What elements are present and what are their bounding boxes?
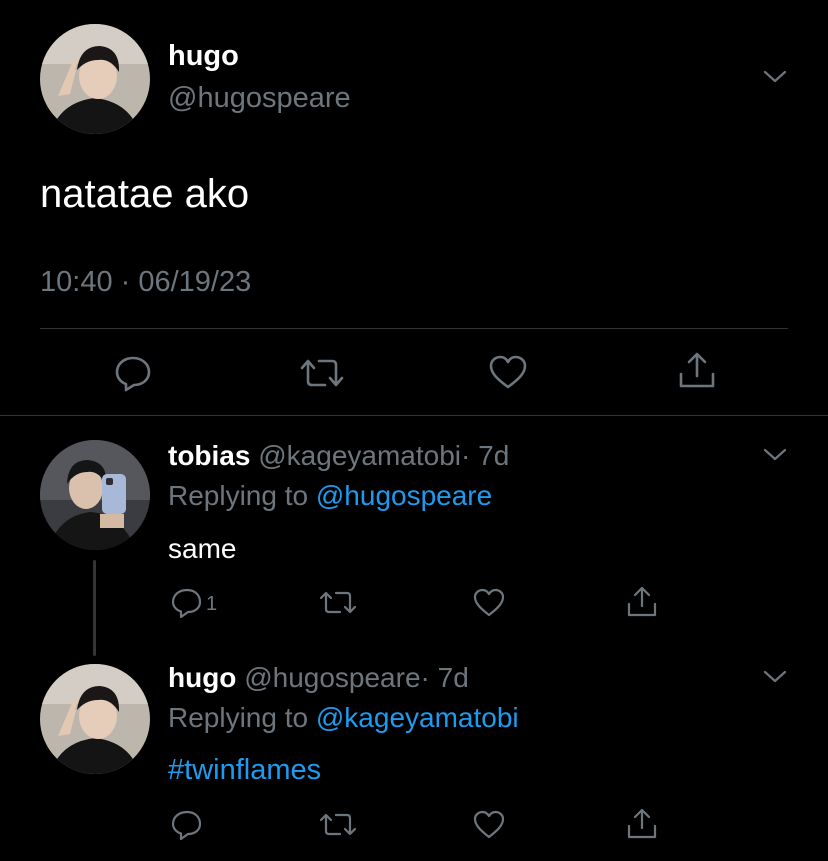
chevron-down-icon	[763, 448, 787, 461]
share-button[interactable]	[624, 806, 660, 842]
chevron-down-icon	[763, 70, 787, 83]
handle[interactable]: @hugospeare	[168, 82, 351, 115]
replying-to: Replying to @hugospeare	[168, 480, 492, 512]
profile-photo-icon	[40, 24, 150, 134]
more-options-button[interactable]	[762, 668, 788, 686]
section-divider	[0, 415, 828, 416]
reply-text: same	[168, 533, 237, 564]
profile-photo-icon	[40, 664, 150, 774]
like-button[interactable]	[471, 808, 507, 840]
retweet-button[interactable]	[298, 354, 346, 392]
retweet-icon	[319, 591, 357, 614]
more-options-button[interactable]	[762, 446, 788, 464]
heart-icon	[473, 588, 505, 617]
share-button[interactable]	[676, 350, 718, 392]
reply-icon	[115, 356, 151, 392]
reply-button[interactable]	[112, 352, 154, 392]
reply-count: 1	[206, 593, 218, 615]
mention-link[interactable]: @hugospeare	[316, 480, 492, 511]
reply-header: tobias @kageyamatobi· 7d	[168, 440, 509, 472]
reply-time[interactable]: · 7d	[421, 662, 469, 693]
retweet-icon	[319, 813, 357, 836]
replying-prefix: Replying to	[168, 480, 309, 511]
handle[interactable]: @hugospeare	[244, 662, 420, 693]
profile-photo-icon	[40, 440, 150, 550]
reply-icon	[171, 810, 202, 840]
replying-prefix: Replying to	[168, 702, 309, 733]
reply-time[interactable]: · 7d	[461, 440, 509, 471]
retweet-button[interactable]	[318, 588, 358, 618]
display-name[interactable]: hugo	[168, 662, 236, 693]
avatar[interactable]	[40, 24, 150, 134]
tweet-text: natatae ako	[40, 172, 250, 216]
avatar[interactable]	[40, 440, 150, 550]
replying-to: Replying to @kageyamatobi	[168, 702, 519, 734]
display-name[interactable]: hugo	[168, 40, 239, 73]
tweet-timestamp[interactable]: 10:40 · 06/19/23	[40, 266, 251, 299]
retweet-button[interactable]	[318, 810, 358, 840]
share-icon	[679, 352, 715, 388]
share-button[interactable]	[624, 584, 660, 620]
heart-icon	[473, 810, 505, 839]
divider	[40, 328, 788, 329]
retweet-icon	[300, 359, 344, 387]
handle[interactable]: @kageyamatobi	[258, 440, 461, 471]
reply-button[interactable]	[170, 586, 204, 618]
hashtag-link[interactable]: #twinflames	[168, 754, 321, 787]
like-button[interactable]	[487, 352, 529, 392]
share-icon	[627, 586, 657, 617]
thread-line	[93, 560, 96, 656]
reply-icon	[171, 588, 202, 618]
more-options-button[interactable]	[762, 68, 788, 86]
like-button[interactable]	[471, 586, 507, 618]
heart-icon	[489, 355, 527, 389]
share-icon	[627, 808, 657, 839]
reply-button[interactable]	[170, 808, 204, 840]
avatar[interactable]	[40, 664, 150, 774]
reply-header: hugo @hugospeare· 7d	[168, 662, 469, 694]
chevron-down-icon	[763, 670, 787, 683]
display-name[interactable]: tobias	[168, 440, 250, 471]
mention-link[interactable]: @kageyamatobi	[316, 702, 519, 733]
